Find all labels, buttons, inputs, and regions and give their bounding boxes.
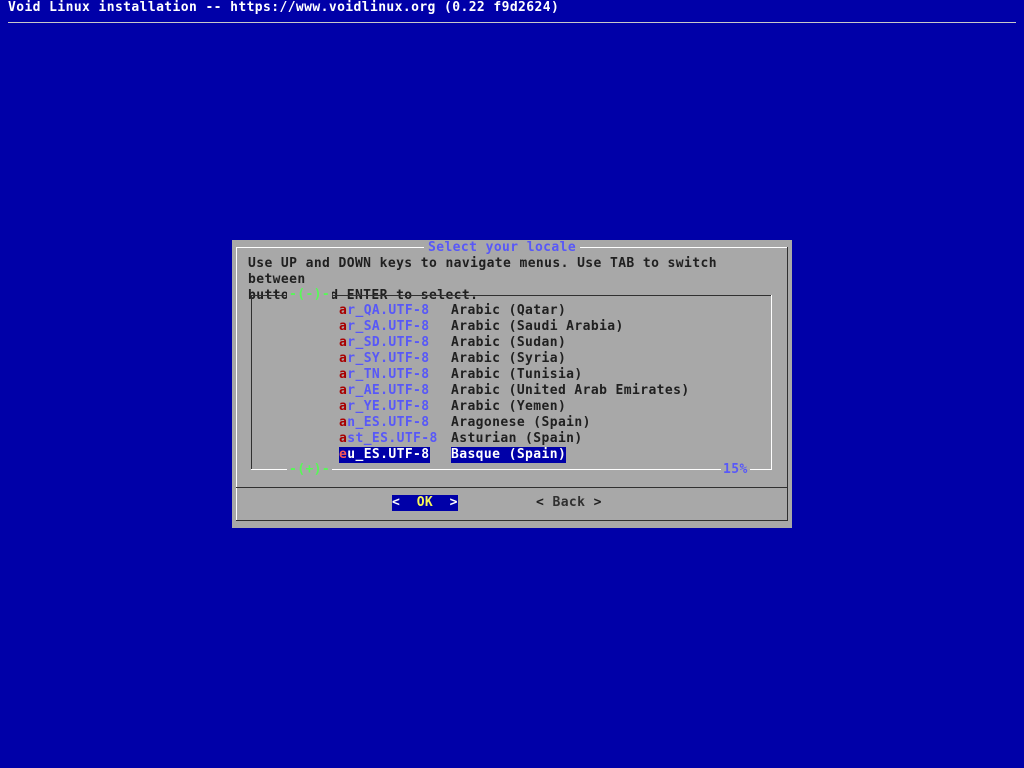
hotkey-letter: a <box>339 383 348 398</box>
locale-description: Arabic (Tunisia) <box>451 367 583 382</box>
hotkey-letter: a <box>339 335 348 350</box>
menu-frame-right <box>771 295 772 470</box>
locale-code-rest: r_SD.UTF-8 <box>347 335 430 350</box>
hotkey-letter: a <box>339 367 348 382</box>
locale-item[interactable]: an_ES.UTF-8 Aragonese (Spain) <box>339 415 590 431</box>
locale-item[interactable]: ar_SD.UTF-8 Arabic (Sudan) <box>339 335 566 351</box>
locale-item[interactable]: ast_ES.UTF-8 Asturian (Spain) <box>339 431 582 447</box>
ok-button-left-bracket: < <box>392 495 417 510</box>
back-button-left-bracket: < <box>536 495 553 510</box>
locale-code: ar_YE.UTF-8 <box>339 399 430 415</box>
locale-code-rest: n_ES.UTF-8 <box>347 415 430 430</box>
hotkey-letter: a <box>339 399 348 414</box>
locale-item[interactable]: ar_TN.UTF-8 Arabic (Tunisia) <box>339 367 582 383</box>
locale-code: eu_ES.UTF-8 <box>339 447 430 463</box>
locale-description: Arabic (Syria) <box>451 351 567 366</box>
scroll-percent: 15% <box>721 462 750 478</box>
locale-item[interactable]: ar_SY.UTF-8 Arabic (Syria) <box>339 351 566 367</box>
locale-code-rest: r_YE.UTF-8 <box>347 399 430 414</box>
locale-description: Arabic (United Arab Emirates) <box>451 383 690 398</box>
locale-description: Aragonese (Spain) <box>451 415 591 430</box>
locale-description: Basque (Spain) <box>451 447 567 463</box>
installer-backtitle: Void Linux installation -- https://www.v… <box>8 0 560 15</box>
hotkey-letter: a <box>339 351 348 366</box>
locale-code-rest: r_SY.UTF-8 <box>347 351 430 366</box>
locale-description: Arabic (Yemen) <box>451 399 567 414</box>
ok-button-right-bracket: > <box>433 495 458 510</box>
locale-item[interactable]: ar_QA.UTF-8 Arabic (Qatar) <box>339 303 566 319</box>
hotkey-letter: a <box>339 415 348 430</box>
hotkey-letter: a <box>339 319 348 334</box>
locale-dialog: Select your locale Use UP and DOWN keys … <box>232 240 792 528</box>
dialog-frame-right <box>787 247 788 520</box>
locale-menu[interactable]: -(-)- -(+)- 15% ar_QA.UTF-8 Arabic (Qata… <box>251 287 772 478</box>
locale-item[interactable]: ar_YE.UTF-8 Arabic (Yemen) <box>339 399 566 415</box>
locale-code: ar_TN.UTF-8 <box>339 367 430 383</box>
locale-description: Arabic (Sudan) <box>451 335 567 350</box>
locale-code-rest: r_TN.UTF-8 <box>347 367 430 382</box>
backtitle-divider <box>8 22 1016 23</box>
hotkey-letter: a <box>339 303 348 318</box>
back-button-right-bracket: > <box>585 495 602 510</box>
locale-code: ar_SD.UTF-8 <box>339 335 430 351</box>
locale-code: ast_ES.UTF-8 <box>339 431 438 447</box>
locale-code-rest: r_AE.UTF-8 <box>347 383 430 398</box>
menu-frame-left <box>251 295 252 470</box>
locale-item[interactable]: ar_AE.UTF-8 Arabic (United Arab Emirates… <box>339 383 689 399</box>
locale-item[interactable]: ar_SA.UTF-8 Arabic (Saudi Arabia) <box>339 319 623 335</box>
dialog-title: Select your locale <box>424 240 581 256</box>
locale-code-rest: r_QA.UTF-8 <box>347 303 430 318</box>
scroll-down-indicator: -(+)- <box>287 462 333 478</box>
locale-code: ar_SY.UTF-8 <box>339 351 430 367</box>
back-button[interactable]: < Back > <box>536 495 602 511</box>
locale-code: ar_QA.UTF-8 <box>339 303 430 319</box>
dialog-frame-bottom <box>236 520 788 521</box>
locale-code: ar_AE.UTF-8 <box>339 383 430 399</box>
locale-description: Arabic (Qatar) <box>451 303 567 318</box>
locale-code: an_ES.UTF-8 <box>339 415 430 431</box>
hotkey-letter: a <box>339 431 348 446</box>
ok-button-label: OK <box>416 495 434 510</box>
locale-code-rest: st_ES.UTF-8 <box>347 431 438 446</box>
button-area-divider <box>236 487 788 488</box>
locale-description: Asturian (Spain) <box>451 431 583 446</box>
locale-code: ar_SA.UTF-8 <box>339 319 430 335</box>
dialog-frame-left <box>236 247 237 520</box>
locale-code-rest: u_ES.UTF-8 <box>347 447 430 462</box>
scroll-up-indicator: -(-)- <box>287 287 333 303</box>
hotkey-letter: e <box>339 447 348 462</box>
locale-description: Arabic (Saudi Arabia) <box>451 319 624 334</box>
ok-button[interactable]: < OK > <box>392 495 458 511</box>
locale-item-selected[interactable]: eu_ES.UTF-8 Basque (Spain) <box>339 447 567 463</box>
locale-code-rest: r_SA.UTF-8 <box>347 319 430 334</box>
back-button-label: Back <box>552 495 586 510</box>
